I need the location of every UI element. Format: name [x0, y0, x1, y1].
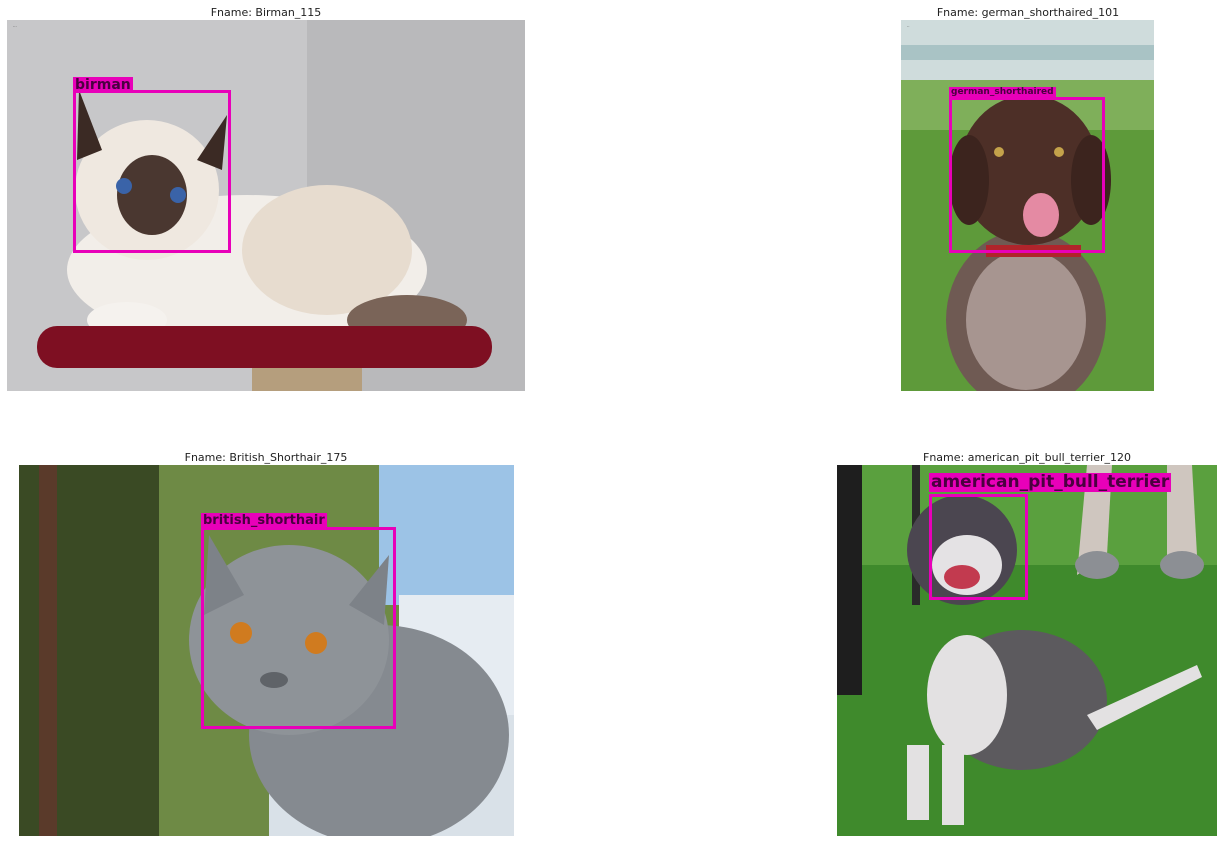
bounding-box	[929, 494, 1028, 600]
photo-birman: ··· birman	[7, 20, 525, 391]
panel-birman: Fname: Birman_115 ··· birman	[7, 0, 525, 392]
panel-title: Fname: american_pit_bull_terrier_120	[923, 451, 1131, 464]
panel-american-pit-bull-terrier: Fname: american_pit_bull_terrier_120 ame…	[830, 445, 1224, 837]
box-label: american_pit_bull_terrier	[929, 472, 1172, 492]
panel-german-shorthaired: Fname: german_shorthaired_101 ·· german_…	[880, 0, 1176, 392]
bounding-box	[949, 97, 1105, 253]
panel-british-shorthair: Fname: British_Shorthair_175 british_sho…	[7, 445, 525, 837]
box-label: british_shorthair	[201, 513, 327, 528]
photo-german-shorthaired: ·· german_shorthaired	[901, 20, 1154, 391]
box-label: birman	[73, 77, 133, 93]
photo-american-pit-bull-terrier: american_pit_bull_terrier	[837, 465, 1217, 836]
tiny-watermark: ··	[907, 24, 910, 29]
box-label: german_shorthaired	[949, 87, 1056, 98]
panel-title: Fname: Birman_115	[210, 6, 322, 19]
panel-title: Fname: german_shorthaired_101	[936, 6, 1120, 19]
photo-british-shorthair: british_shorthair	[19, 465, 514, 836]
panel-title: Fname: British_Shorthair_175	[184, 451, 348, 464]
bounding-box	[73, 90, 231, 253]
bounding-box	[201, 527, 396, 729]
tiny-watermark: ···	[13, 24, 17, 29]
